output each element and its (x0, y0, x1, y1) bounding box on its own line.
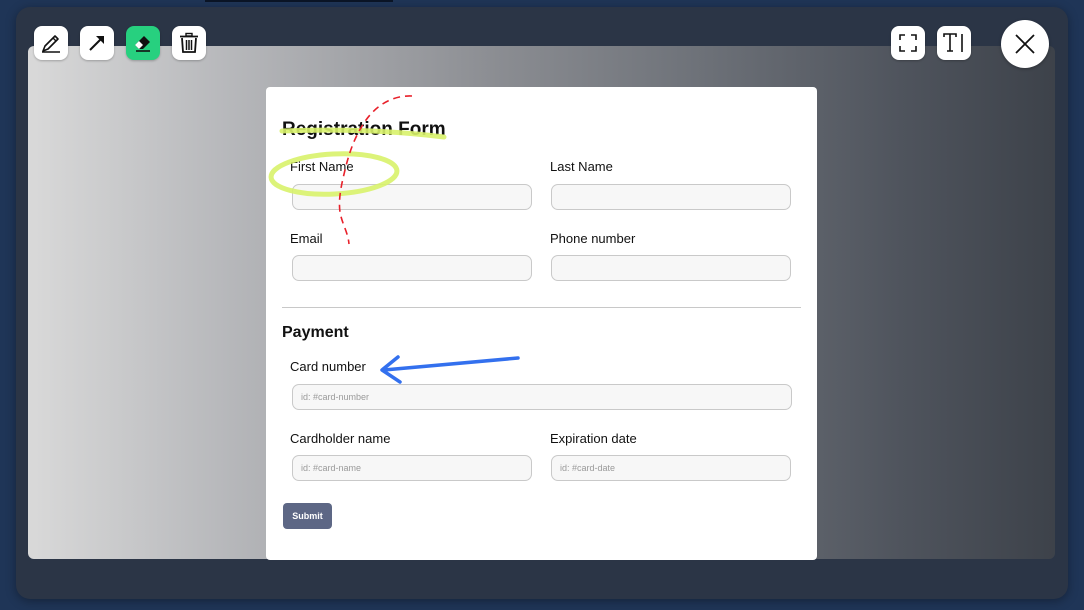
trash-icon (180, 32, 198, 53)
top-accent-bar (205, 0, 393, 2)
email-input[interactable] (292, 255, 532, 281)
card-number-label: Card number (290, 359, 366, 374)
text-tool-button[interactable] (937, 26, 971, 60)
fullscreen-icon (899, 34, 917, 52)
first-name-label: First Name (290, 159, 354, 174)
eraser-icon (135, 36, 150, 52)
pen-tool-button[interactable] (34, 26, 68, 60)
card-number-input[interactable] (292, 384, 792, 410)
last-name-input[interactable] (551, 184, 791, 210)
arrow-icon (89, 36, 104, 51)
first-name-input[interactable] (292, 184, 532, 210)
phone-label: Phone number (550, 231, 636, 246)
pen-icon (42, 35, 60, 53)
phone-input[interactable] (551, 255, 791, 281)
registration-form-card: Registration Form First Name Last Name E… (266, 87, 817, 560)
last-name-label: Last Name (550, 159, 613, 174)
payment-section-title: Payment (282, 324, 349, 341)
arrow-tool-button[interactable] (80, 26, 114, 60)
text-tool-icon (943, 33, 963, 52)
eraser-tool-button[interactable] (126, 26, 160, 60)
expiration-date-input[interactable] (551, 455, 791, 481)
form-title: Registration Form (282, 119, 446, 140)
cardholder-name-label: Cardholder name (290, 431, 391, 446)
close-icon (1015, 34, 1035, 54)
section-divider (282, 307, 801, 308)
close-button[interactable] (1001, 20, 1049, 68)
delete-tool-button[interactable] (172, 26, 206, 60)
cardholder-name-input[interactable] (292, 455, 532, 481)
expiration-date-label: Expiration date (550, 431, 637, 446)
email-label: Email (290, 231, 323, 246)
fullscreen-button[interactable] (891, 26, 925, 60)
submit-button[interactable]: Submit (283, 503, 332, 529)
